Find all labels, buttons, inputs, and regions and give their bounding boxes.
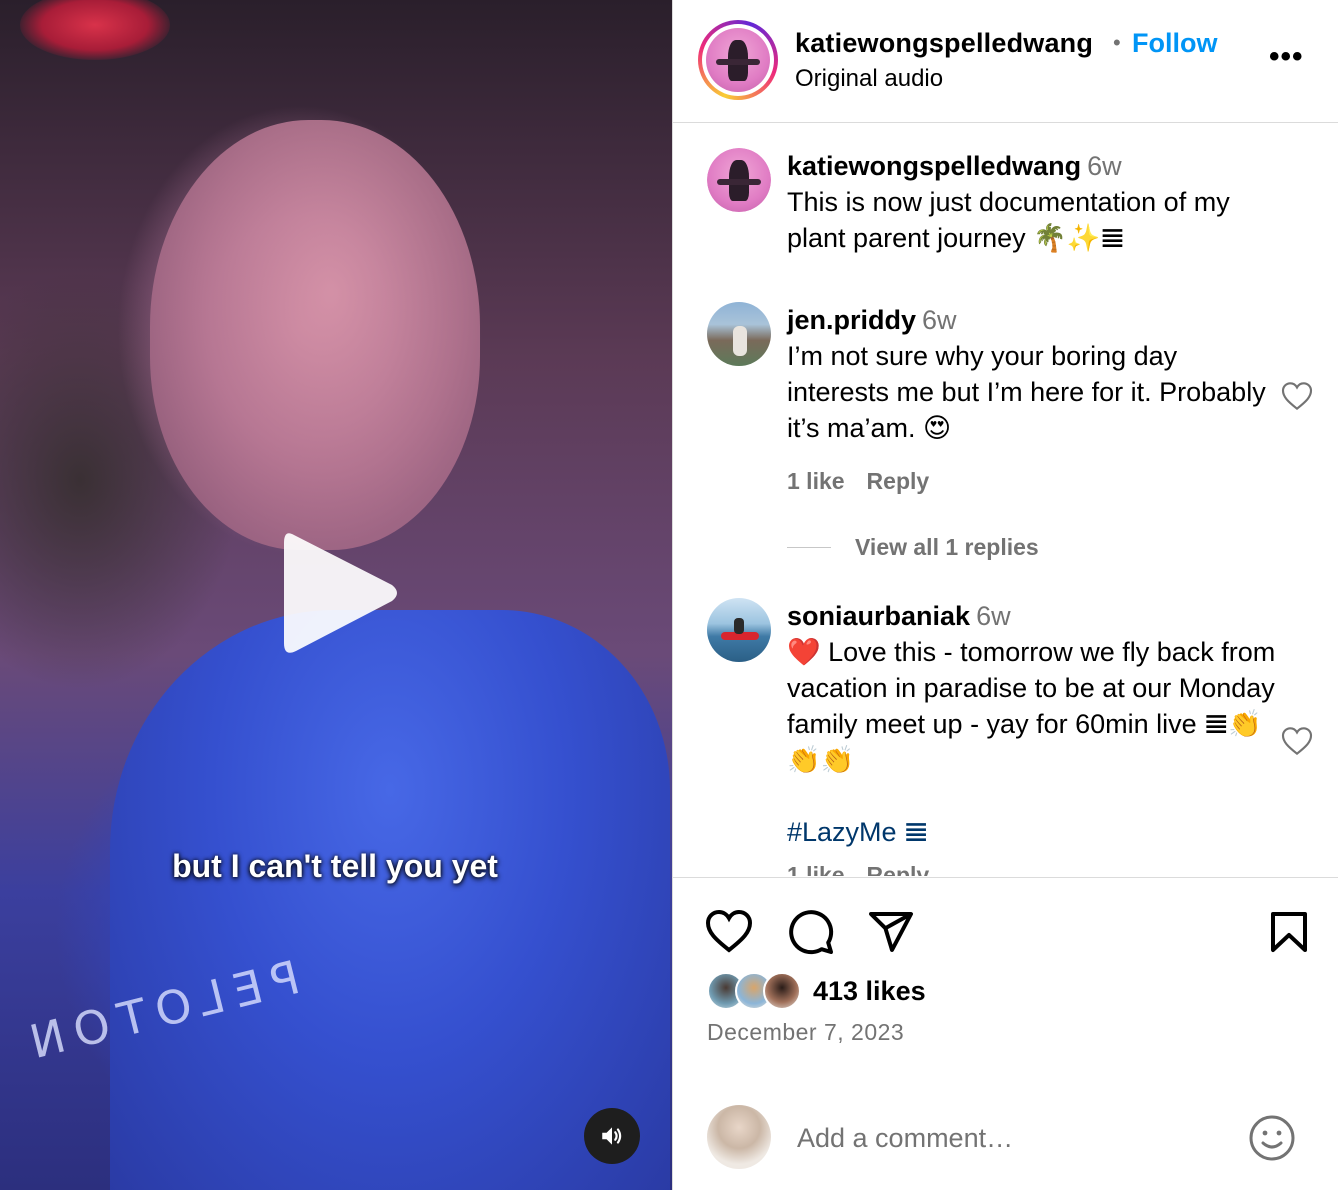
likes-count[interactable]: 413 likes <box>813 976 926 1007</box>
video-hair-region <box>20 0 170 60</box>
view-replies-button[interactable]: View all 1 replies <box>787 534 1039 561</box>
avatar <box>763 972 801 1010</box>
audio-link[interactable]: Original audio <box>795 65 943 93</box>
comment-icon[interactable] <box>787 908 835 956</box>
comment-meta: 1 like Reply <box>787 468 951 495</box>
emoji-icon[interactable] <box>1248 1114 1296 1162</box>
more-options-button[interactable]: ••• <box>1269 40 1304 74</box>
avatar[interactable] <box>707 302 771 366</box>
avatar[interactable] <box>707 148 771 212</box>
comment-username[interactable]: katiewongspelledwang <box>787 151 1081 181</box>
bookmark-icon[interactable] <box>1265 908 1313 956</box>
heart-icon[interactable] <box>1281 381 1313 411</box>
header-separator: • <box>1113 30 1121 55</box>
comment-likes[interactable]: 1 like <box>787 862 845 876</box>
video-face-region <box>150 120 480 550</box>
comment-text: I’m not sure why your boring day interes… <box>787 341 1266 443</box>
reel-video[interactable]: PELOTON but I can't tell you yet <box>0 0 672 1190</box>
comment-likes[interactable]: 1 like <box>787 468 845 494</box>
speaker-icon <box>602 1127 622 1145</box>
comment-body: jen.priddy 6w I’m not sure why your borin… <box>787 302 1277 446</box>
reply-button[interactable]: Reply <box>867 862 930 876</box>
comment-body: katiewongspelledwang 6w This is now just … <box>787 148 1277 256</box>
post-panel: katiewongspelledwang • Follow Original a… <box>672 0 1338 1190</box>
comment-username[interactable]: soniaurbaniak <box>787 601 970 631</box>
author-avatar[interactable] <box>698 20 778 100</box>
comment-time[interactable]: 6w <box>976 601 1011 631</box>
hashtag-link[interactable]: #LazyMe 𝌆 <box>787 817 928 847</box>
post-date[interactable]: December 7, 2023 <box>707 1019 904 1046</box>
heart-icon[interactable] <box>705 908 753 956</box>
comment-text: ❤️ Love this - tomorrow we fly back from… <box>787 637 1276 775</box>
heart-icon[interactable] <box>1281 726 1313 756</box>
post-header: katiewongspelledwang • Follow Original a… <box>673 0 1338 123</box>
mute-button[interactable] <box>584 1108 640 1164</box>
video-shirt-region <box>110 610 670 1190</box>
comment-meta: 1 like Reply <box>787 862 951 876</box>
share-icon[interactable] <box>867 908 915 956</box>
video-caption: but I can't tell you yet <box>172 848 498 884</box>
avatar[interactable] <box>707 598 771 662</box>
divider <box>787 547 831 548</box>
comment-time[interactable]: 6w <box>1087 151 1122 181</box>
comments-list[interactable]: katiewongspelledwang 6w This is now just … <box>673 124 1338 876</box>
follow-button[interactable]: Follow <box>1132 28 1217 59</box>
comment-text: This is now just documentation of my pla… <box>787 187 1230 253</box>
comment-username[interactable]: jen.priddy <box>787 305 916 335</box>
comment-body: soniaurbaniak 6w ❤️ Love this - tomorrow … <box>787 598 1277 850</box>
view-replies-label: View all 1 replies <box>855 534 1039 560</box>
likes-summary[interactable]: 413 likes <box>707 972 926 1010</box>
post-actions: 413 likes December 7, 2023 <box>673 877 1338 1190</box>
reply-button[interactable]: Reply <box>867 468 930 494</box>
comment-time[interactable]: 6w <box>922 305 957 335</box>
play-icon[interactable] <box>280 527 404 659</box>
add-comment-bar <box>673 1104 1338 1174</box>
author-username[interactable]: katiewongspelledwang <box>795 28 1093 59</box>
avatar <box>707 1105 771 1169</box>
comment-input[interactable] <box>797 1118 1227 1158</box>
